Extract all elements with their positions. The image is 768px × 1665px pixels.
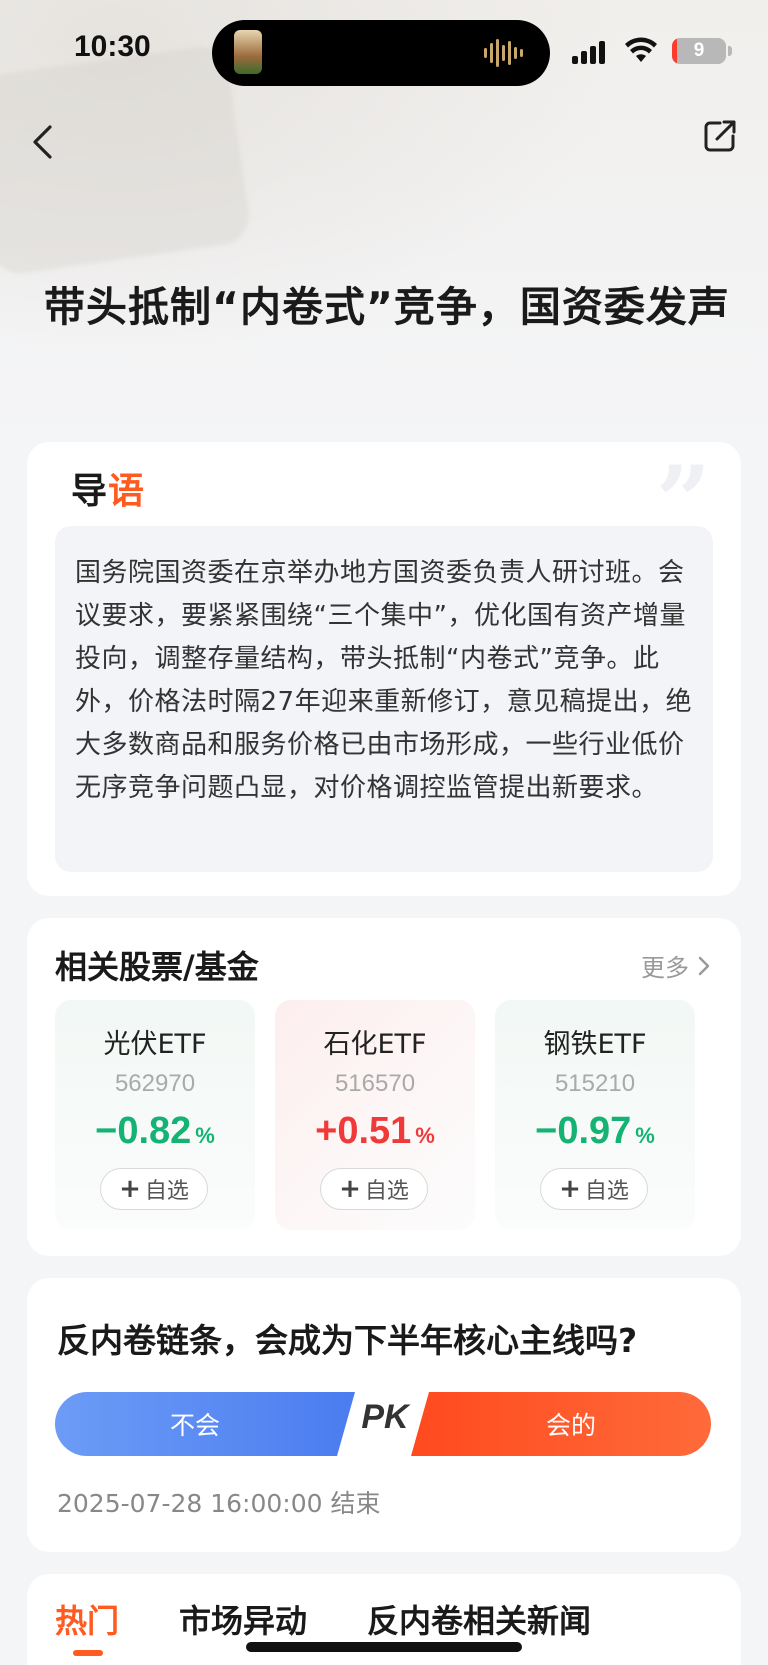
stock-list: 光伏ETF 562970 −0.82% + 自选 石化ETF 516570 +0.… bbox=[55, 1000, 721, 1230]
add-watchlist-button[interactable]: + 自选 bbox=[100, 1168, 208, 1210]
pk-vote-card: 反内卷链条，会成为下半年核心主线吗? 不会 PK 会的 2025-07-28 1… bbox=[27, 1278, 741, 1552]
pk-label: PK bbox=[361, 1398, 409, 1436]
tab-market-movers[interactable]: 市场异动 bbox=[179, 1596, 307, 1642]
dynamic-island[interactable] bbox=[212, 20, 550, 86]
pk-question: 反内卷链条，会成为下半年核心主线吗? bbox=[57, 1321, 638, 1360]
active-tab-indicator bbox=[73, 1650, 103, 1656]
back-button[interactable] bbox=[22, 118, 62, 166]
tab-hot[interactable]: 热门 bbox=[55, 1596, 119, 1656]
related-stocks-title: 相关股票/基金 bbox=[55, 948, 259, 986]
plus-icon: + bbox=[119, 1174, 141, 1204]
stock-code: 515210 bbox=[554, 1070, 636, 1097]
intro-label: 导语 bbox=[71, 471, 146, 512]
stock-card[interactable]: 石化ETF 516570 +0.51% + 自选 bbox=[275, 1000, 475, 1230]
stock-name: 石化ETF bbox=[323, 1029, 427, 1060]
stock-card[interactable]: 钢铁ETF 515210 −0.97% + 自选 bbox=[495, 1000, 695, 1230]
audio-wave-icon bbox=[484, 38, 528, 68]
stock-code: 562970 bbox=[114, 1070, 196, 1097]
stock-card[interactable]: 光伏ETF 562970 −0.82% + 自选 bbox=[55, 1000, 255, 1230]
add-watchlist-button[interactable]: + 自选 bbox=[320, 1168, 428, 1210]
tab-related-news[interactable]: 反内卷相关新闻 bbox=[367, 1596, 591, 1642]
wifi-icon bbox=[625, 37, 657, 62]
chevron-left-icon bbox=[33, 125, 52, 159]
stock-change: +0.51% bbox=[315, 1110, 435, 1152]
intro-body-text: 国务院国资委在京举办地方国资委负责人研讨班。会议要求，要紧紧围绕“三个集中”，优… bbox=[55, 526, 713, 872]
plus-icon: + bbox=[559, 1174, 581, 1204]
chevron-right-icon bbox=[698, 956, 710, 975]
page-title: 带头抵制“内卷式”竞争，国资委发声 bbox=[44, 283, 730, 331]
status-time: 10:30 bbox=[74, 30, 151, 63]
stock-name: 钢铁ETF bbox=[543, 1029, 647, 1060]
cellular-signal-icon bbox=[572, 40, 605, 64]
battery-icon: 9 bbox=[672, 38, 726, 64]
intro-card: 导语 ” 国务院国资委在京举办地方国资委负责人研讨班。会议要求，要紧紧围绕“三个… bbox=[27, 442, 741, 896]
vote-no-button[interactable]: 不会 bbox=[55, 1392, 355, 1456]
stock-change: −0.82% bbox=[95, 1110, 215, 1152]
more-link-label: 更多 bbox=[641, 954, 689, 982]
pk-deadline: 2025-07-28 16:00:00 结束 bbox=[57, 1489, 381, 1518]
share-icon[interactable] bbox=[700, 116, 740, 156]
home-indicator[interactable] bbox=[246, 1642, 522, 1652]
stock-code: 516570 bbox=[334, 1070, 416, 1097]
pk-bar: 不会 PK 会的 bbox=[55, 1392, 711, 1456]
now-playing-thumbnail bbox=[234, 30, 262, 74]
battery-level: 9 bbox=[693, 40, 705, 61]
plus-icon: + bbox=[339, 1174, 361, 1204]
stock-change: −0.97% bbox=[535, 1110, 655, 1152]
status-bar: 10:30 9 bbox=[0, 0, 768, 100]
tab-row: 热门 市场异动 反内卷相关新闻 bbox=[55, 1596, 591, 1656]
more-link[interactable]: 更多 bbox=[641, 948, 711, 983]
stock-name: 光伏ETF bbox=[103, 1029, 207, 1060]
related-stocks-card: 相关股票/基金 更多 光伏ETF 562970 −0.82% + 自选 石化ETF… bbox=[27, 918, 741, 1256]
add-watchlist-button[interactable]: + 自选 bbox=[540, 1168, 648, 1210]
vote-yes-button[interactable]: 会的 bbox=[411, 1392, 711, 1456]
